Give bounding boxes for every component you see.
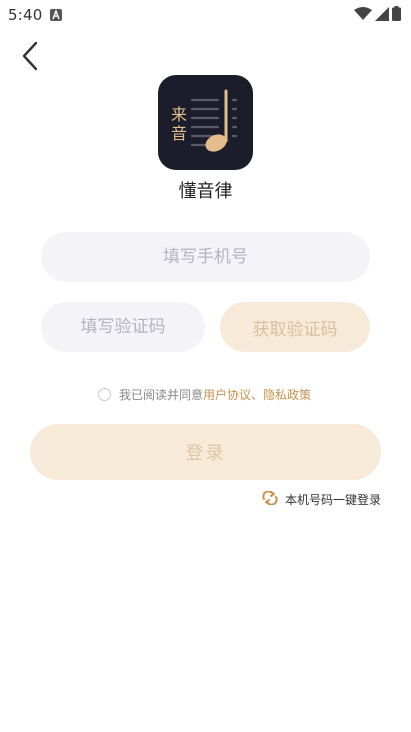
phone-input[interactable] [41,232,370,282]
status-left: 5:40 [8,6,63,25]
app-logo: 来音 [158,75,253,170]
wifi-icon [354,6,372,25]
chevron-left-icon [20,41,40,75]
status-bar: 5:40 [0,0,411,30]
signal-icon [375,6,389,25]
status-time: 5:40 [8,6,43,24]
notification-a-icon [50,6,63,25]
back-button[interactable] [12,40,48,76]
get-code-button[interactable]: 获取验证码 [220,302,370,352]
privacy-policy-link[interactable]: 隐私政策 [263,386,311,403]
login-button[interactable]: 登录 [30,424,381,480]
status-right [354,5,401,25]
refresh-icon [261,490,279,508]
app-name: 懂音律 [178,181,233,202]
one-key-login-link[interactable]: 本机号码一键登录 [261,490,381,508]
logo-text: 来音 [170,105,187,143]
verification-code-input[interactable] [41,302,205,352]
agreement-prefix: 我已阅读并同意 [118,388,203,402]
agreement-separator: 、 [251,388,264,402]
user-agreement-link[interactable]: 用户协议 [203,386,251,403]
battery-icon [392,5,401,25]
agreement-row: 我已阅读并同意 用户协议 、 隐私政策 [0,386,411,403]
one-key-login-label: 本机号码一键登录 [284,493,381,507]
agreement-checkbox[interactable] [97,388,111,401]
